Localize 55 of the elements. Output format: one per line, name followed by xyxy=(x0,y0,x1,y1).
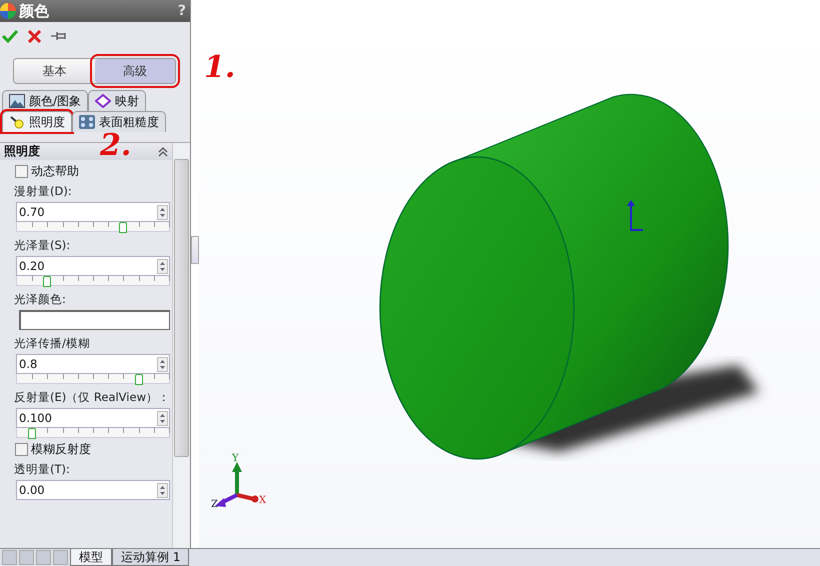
slider-thumb[interactable] xyxy=(134,374,143,385)
diamond-icon xyxy=(95,94,112,108)
field-label: 光泽传播/模糊 xyxy=(14,336,91,351)
slider-thumb[interactable] xyxy=(28,428,36,439)
close-icon[interactable] xyxy=(28,30,41,42)
slider-thumb[interactable] xyxy=(43,276,52,287)
checkbox[interactable] xyxy=(15,164,28,178)
slider-track[interactable] xyxy=(16,374,170,384)
slider-track[interactable] xyxy=(16,276,170,286)
tab[interactable]: 照明度 xyxy=(2,111,72,132)
field-label: 透明量(T): xyxy=(14,462,71,477)
dots-icon xyxy=(79,115,95,129)
bottom-tab[interactable]: 运动算例 1 xyxy=(112,549,190,566)
spin-input-field[interactable]: 0.8 xyxy=(16,354,170,374)
field-label: 反射量(E)（仅 RealView）： xyxy=(14,390,170,405)
spin-arrows-icon[interactable] xyxy=(157,204,168,220)
spin-arrows-icon[interactable] xyxy=(157,258,168,274)
bottom-tab[interactable]: 模型 xyxy=(70,549,112,566)
slider-thumb[interactable] xyxy=(119,222,128,233)
picture-icon xyxy=(9,94,25,108)
spin-input-field[interactable]: 0.20 xyxy=(16,256,170,276)
tab[interactable]: 映射 xyxy=(88,90,146,111)
color-swatch-field[interactable] xyxy=(19,310,170,330)
field-label: 漫射量(D): xyxy=(14,184,73,199)
x-axis-label: X xyxy=(259,495,266,506)
z-axis-label: Z xyxy=(211,499,218,510)
spin-input-field[interactable]: 0.70 xyxy=(16,202,170,222)
checkbox[interactable] xyxy=(15,442,28,456)
field-label: 光泽颜色: xyxy=(14,292,67,307)
origin-marker-icon xyxy=(627,200,643,231)
lamp-icon xyxy=(9,115,25,129)
checkmark-icon[interactable] xyxy=(2,29,18,43)
checkbox-label: 模糊反射度 xyxy=(31,440,91,458)
collapse-chevron-icon[interactable] xyxy=(158,146,168,156)
slider-track[interactable] xyxy=(16,428,170,438)
spin-arrows-icon[interactable] xyxy=(157,482,168,498)
y-axis-label: Y xyxy=(232,453,239,464)
color-wheel-icon xyxy=(0,3,16,19)
checkbox-label: 动态帮助 xyxy=(31,162,79,180)
spin-input-field[interactable]: 0.100 xyxy=(16,408,170,428)
tab[interactable]: 表面粗糙度 xyxy=(72,111,166,132)
field-label: 光泽量(S): xyxy=(14,238,72,253)
spin-arrows-icon[interactable] xyxy=(157,410,168,426)
window-title: 颜色 xyxy=(19,2,50,20)
mode-button[interactable]: 高级 xyxy=(94,59,175,83)
section-title: 照明度 xyxy=(4,143,40,160)
spin-input-field[interactable]: 0.00 xyxy=(16,480,170,500)
spin-arrows-icon[interactable] xyxy=(157,356,168,372)
handwritten-annotation: 1. xyxy=(204,50,236,85)
help-button[interactable]: ? xyxy=(178,3,186,19)
slider-track[interactable] xyxy=(16,222,170,232)
vertical-scrollbar[interactable] xyxy=(172,143,190,548)
splitter-handle[interactable] xyxy=(191,236,199,264)
tab[interactable]: 颜色/图象 xyxy=(2,90,88,111)
mode-button[interactable]: 基本 xyxy=(14,59,94,83)
